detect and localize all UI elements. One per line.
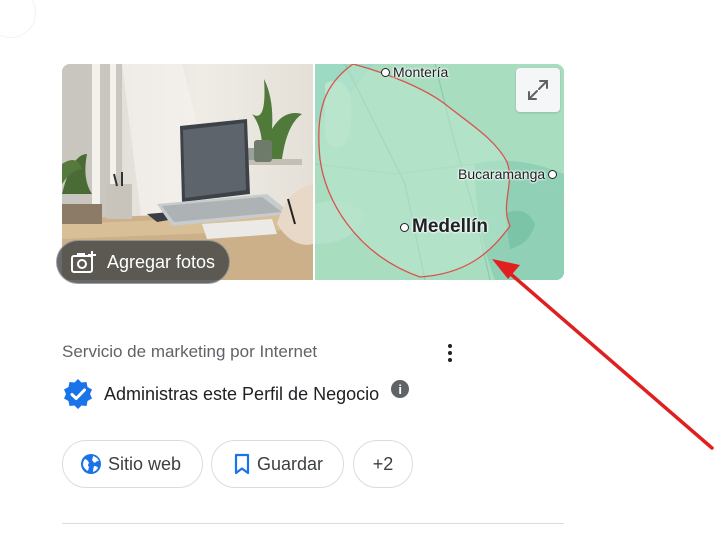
map-city-medellin: Medellín (400, 216, 488, 238)
add-photos-button[interactable]: Agregar fotos (56, 240, 231, 284)
expand-map-button[interactable] (516, 68, 560, 112)
website-label: Sitio web (108, 453, 182, 474)
expand-icon (528, 80, 548, 100)
save-label: Guardar (257, 453, 324, 474)
add-photo-camera-icon (71, 251, 97, 273)
more-actions-button[interactable]: +2 (353, 440, 413, 488)
more-options-menu-icon[interactable] (440, 342, 460, 364)
map-city-monteria: Montería (381, 64, 448, 80)
verified-owner-row: Administras este Perfil de Negocio i (62, 378, 410, 410)
business-category: Servicio de marketing por Internet (62, 342, 318, 361)
map-city-bucaramanga: Bucaramanga (458, 166, 558, 182)
add-photos-label: Agregar fotos (107, 251, 216, 272)
section-divider (62, 523, 564, 524)
website-button[interactable]: Sitio web (62, 440, 203, 488)
verified-owner-text: Administras este Perfil de Negocio (104, 383, 380, 404)
info-icon[interactable]: i (391, 380, 410, 398)
corner-avatar-circle (0, 0, 36, 38)
more-actions-label: +2 (372, 453, 394, 474)
verified-badge-icon (64, 379, 92, 409)
save-button[interactable]: Guardar (211, 440, 344, 488)
bookmark-icon (234, 453, 250, 475)
globe-icon (81, 454, 101, 474)
